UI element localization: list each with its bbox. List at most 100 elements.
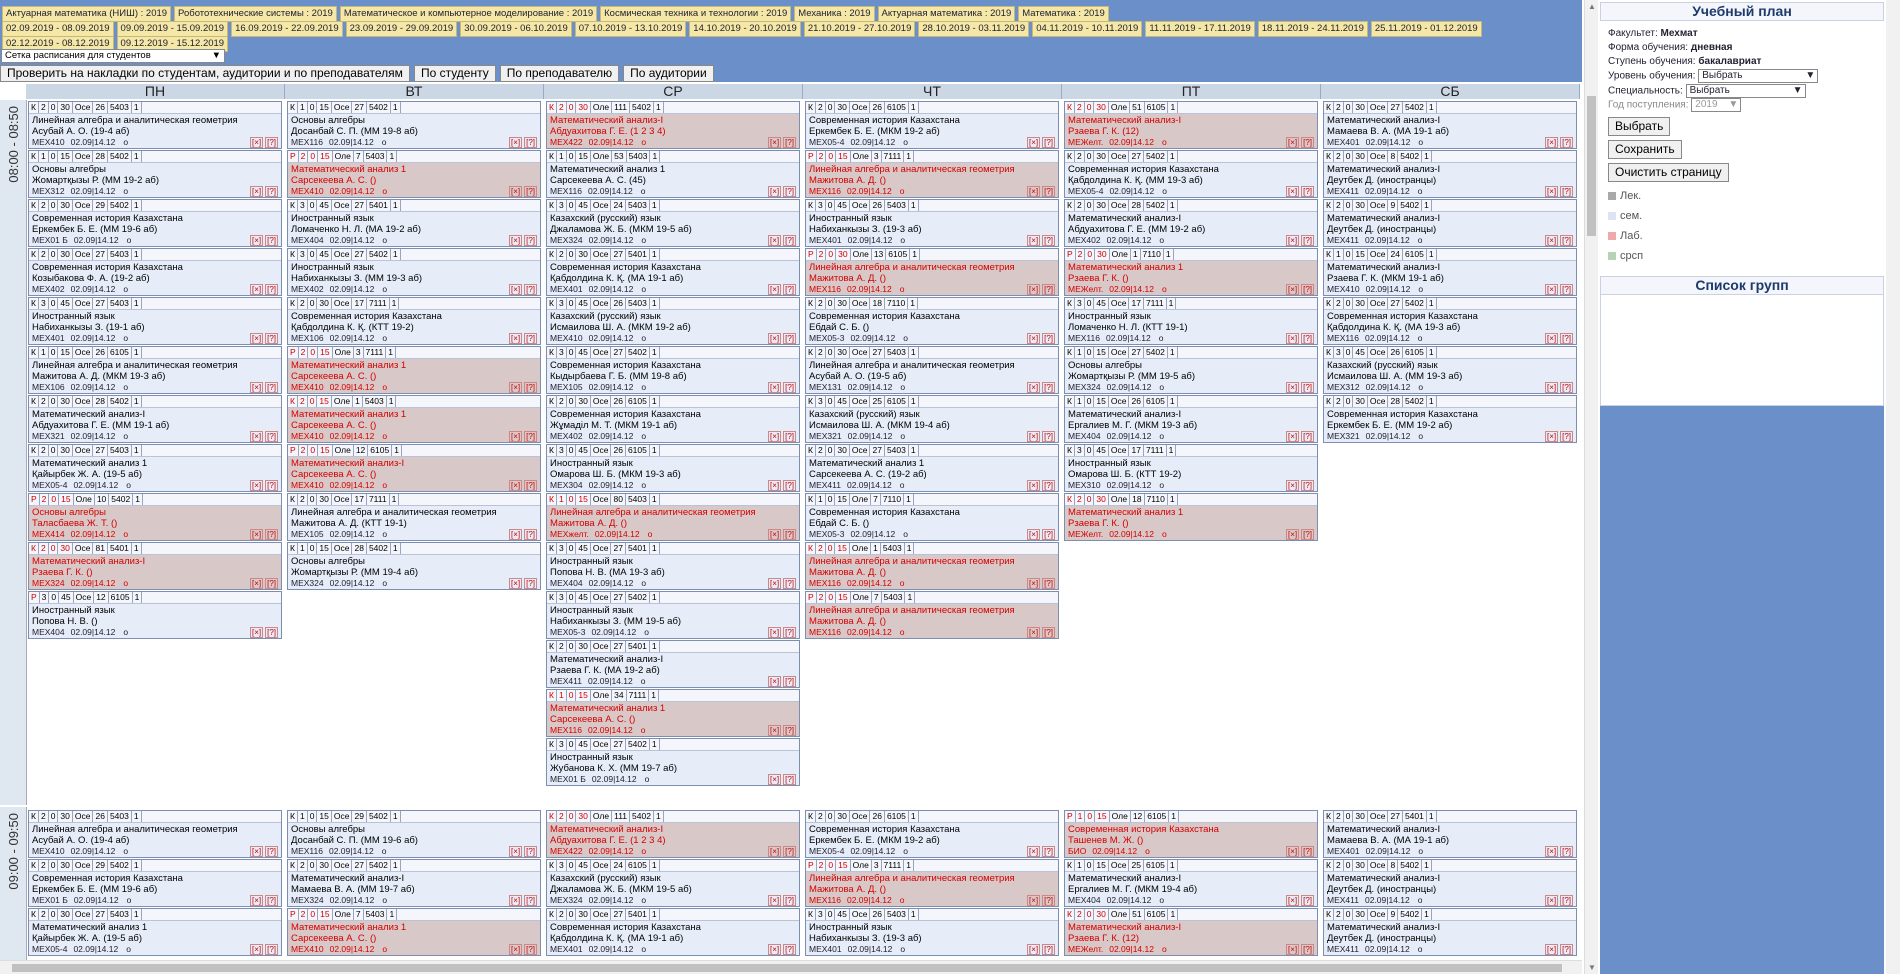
- scroll-thumb[interactable]: [12, 964, 1562, 972]
- remove-icon[interactable]: [×]: [249, 480, 264, 491]
- remove-icon[interactable]: [×]: [1544, 137, 1559, 148]
- remove-icon[interactable]: [×]: [508, 846, 523, 857]
- remove-icon[interactable]: [×]: [767, 676, 782, 687]
- remove-icon[interactable]: [×]: [249, 284, 264, 295]
- schedule-card[interactable]: К 2 0 30 Осе 9 5402 1 Математический анализ-I Деу…: [1323, 908, 1577, 956]
- help-icon[interactable]: [?]: [265, 627, 278, 638]
- remove-icon[interactable]: [×]: [1285, 895, 1300, 906]
- schedule-card[interactable]: Р 2 0 15 Оле 7 5403 1 Математический анализ 1 Сар…: [287, 150, 541, 198]
- remove-icon[interactable]: [×]: [1285, 480, 1300, 491]
- remove-icon[interactable]: [×]: [1285, 333, 1300, 344]
- remove-icon[interactable]: [×]: [508, 578, 523, 589]
- schedule-card[interactable]: К 2 0 30 Осе 28 5402 1 Математический анализ-I Аб…: [1064, 199, 1318, 247]
- help-icon[interactable]: [?]: [265, 382, 278, 393]
- schedule-card[interactable]: Р 2 0 15 Оле 7 5403 1 Математический анализ 1 Сар…: [287, 908, 541, 956]
- schedule-card[interactable]: К 1 0 15 Осе 26 6105 1 Линейная алгебра и аналит…: [28, 346, 282, 394]
- remove-icon[interactable]: [×]: [1544, 431, 1559, 442]
- help-icon[interactable]: [?]: [1042, 944, 1055, 955]
- schedule-card[interactable]: К 1 0 15 Осе 29 5402 1 Основы алгебры Досанбай С.…: [287, 810, 541, 858]
- schedule-card[interactable]: К 1 0 15 Оле 7 7110 1 Современная история Казахс…: [805, 493, 1059, 541]
- schedule-card[interactable]: К 1 0 15 Осе 80 5403 1 Линейная алгебра и аналит…: [546, 493, 800, 541]
- help-icon[interactable]: [?]: [524, 235, 537, 246]
- help-icon[interactable]: [?]: [1042, 382, 1055, 393]
- help-icon[interactable]: [?]: [265, 944, 278, 955]
- remove-icon[interactable]: [×]: [1285, 529, 1300, 540]
- help-icon[interactable]: [?]: [265, 578, 278, 589]
- schedule-card[interactable]: Р 2 0 15 Оле 10 5402 1 Основы алгебры Талаcбаева …: [28, 493, 282, 541]
- by-student-button[interactable]: По студенту: [413, 65, 496, 82]
- schedule-card[interactable]: Р 2 0 15 Оле 3 7111 1 Математический анализ 1 Сар…: [287, 346, 541, 394]
- by-teacher-button[interactable]: По преподавателю: [499, 65, 620, 82]
- help-icon[interactable]: [?]: [783, 578, 796, 589]
- week-tag[interactable]: 25.11.2019 - 01.12.2019: [1370, 21, 1482, 37]
- help-icon[interactable]: [?]: [524, 846, 537, 857]
- help-icon[interactable]: [?]: [265, 431, 278, 442]
- week-tag[interactable]: 09.09.2019 - 15.09.2019: [116, 21, 229, 37]
- remove-icon[interactable]: [×]: [249, 627, 264, 638]
- remove-icon[interactable]: [×]: [1026, 578, 1041, 589]
- spec-select[interactable]: Выбрать ▼: [1685, 83, 1806, 98]
- scroll-thumb[interactable]: [1587, 96, 1596, 236]
- help-icon[interactable]: [?]: [1042, 431, 1055, 442]
- schedule-card[interactable]: Р 1 0 15 Оле 12 6105 1 Современная история Казах…: [1064, 810, 1318, 858]
- remove-icon[interactable]: [×]: [1285, 431, 1300, 442]
- help-icon[interactable]: [?]: [783, 774, 796, 785]
- help-icon[interactable]: [?]: [783, 137, 796, 148]
- week-tag[interactable]: 04.11.2019 - 10.11.2019: [1032, 21, 1143, 37]
- help-icon[interactable]: [?]: [1042, 137, 1055, 148]
- remove-icon[interactable]: [×]: [1544, 186, 1559, 197]
- subject-tag[interactable]: Актуарная математика : 2019: [877, 6, 1016, 22]
- help-icon[interactable]: [?]: [1560, 186, 1573, 197]
- schedule-card[interactable]: К 2 0 30 Осе 27 5403 1 Математический анализ 1 Қа…: [28, 908, 282, 956]
- remove-icon[interactable]: [×]: [249, 333, 264, 344]
- schedule-card[interactable]: К 3 0 45 Осе 26 6105 1 Казахский (русский) язык И…: [1323, 346, 1577, 394]
- schedule-card[interactable]: К 2 0 30 Осе 27 5403 1 Математический анализ 1 Са…: [805, 444, 1059, 492]
- subject-tag[interactable]: Космическая техника и технологии : 2019: [600, 6, 792, 22]
- help-icon[interactable]: [?]: [783, 480, 796, 491]
- remove-icon[interactable]: [×]: [249, 382, 264, 393]
- help-icon[interactable]: [?]: [1560, 333, 1573, 344]
- schedule-card[interactable]: К 3 0 45 Осе 27 5403 1 Иностранный язык Набиханкы…: [28, 297, 282, 345]
- help-icon[interactable]: [?]: [265, 235, 278, 246]
- remove-icon[interactable]: [×]: [1026, 333, 1041, 344]
- help-icon[interactable]: [?]: [783, 846, 796, 857]
- clear-page-button[interactable]: Очистить страницу: [1608, 162, 1729, 182]
- side-scrollbar[interactable]: [1886, 0, 1900, 974]
- help-icon[interactable]: [?]: [524, 186, 537, 197]
- remove-icon[interactable]: [×]: [508, 186, 523, 197]
- schedule-card[interactable]: Р 2 0 15 Оле 7 5403 1 Линейная алгебра и аналити…: [805, 591, 1059, 639]
- remove-icon[interactable]: [×]: [1026, 895, 1041, 906]
- week-tag[interactable]: 30.09.2019 - 06.10.2019: [460, 21, 572, 37]
- help-icon[interactable]: [?]: [1560, 846, 1573, 857]
- schedule-card[interactable]: К 2 0 30 Осе 17 7111 1 Линейная алгебра и аналит…: [287, 493, 541, 541]
- help-icon[interactable]: [?]: [1042, 627, 1055, 638]
- schedule-card[interactable]: К 3 0 45 Осе 26 6105 1 Иностранный язык Омарова Ш…: [546, 444, 800, 492]
- schedule-card[interactable]: К 2 0 30 Оле 51 6105 1 Математический анализ-I Рз…: [1064, 908, 1318, 956]
- schedule-card[interactable]: К 3 0 45 Осе 27 5402 1 Современная история Казах…: [546, 346, 800, 394]
- remove-icon[interactable]: [×]: [508, 480, 523, 491]
- remove-icon[interactable]: [×]: [249, 895, 264, 906]
- remove-icon[interactable]: [×]: [1544, 895, 1559, 906]
- remove-icon[interactable]: [×]: [249, 944, 264, 955]
- remove-icon[interactable]: [×]: [767, 627, 782, 638]
- week-tag[interactable]: 23.09.2019 - 29.09.2019: [345, 21, 458, 37]
- schedule-card[interactable]: К 3 0 45 Осе 27 5402 1 Иностранный язык Набиханкы…: [546, 591, 800, 639]
- week-tag[interactable]: 02.09.2019 - 08.09.2019: [2, 21, 114, 37]
- help-icon[interactable]: [?]: [524, 578, 537, 589]
- remove-icon[interactable]: [×]: [1026, 431, 1041, 442]
- schedule-card[interactable]: К 2 0 30 Осе 28 5402 1 Математический анализ-I Аб…: [28, 395, 282, 443]
- remove-icon[interactable]: [×]: [1544, 846, 1559, 857]
- schedule-card[interactable]: К 3 0 45 Осе 17 7111 1 Иностранный язык Ломаченко…: [1064, 297, 1318, 345]
- schedule-card[interactable]: К 2 0 30 Осе 17 7111 1 Современная история Казах…: [287, 297, 541, 345]
- remove-icon[interactable]: [×]: [508, 284, 523, 295]
- remove-icon[interactable]: [×]: [249, 431, 264, 442]
- help-icon[interactable]: [?]: [265, 529, 278, 540]
- remove-icon[interactable]: [×]: [1285, 944, 1300, 955]
- schedule-card[interactable]: К 2 0 30 Осе 81 5401 1 Математический анализ-I Рз…: [28, 542, 282, 590]
- week-tag[interactable]: 07.10.2019 - 13.10.2019: [574, 21, 687, 37]
- schedule-card[interactable]: К 3 0 45 Осе 25 6105 1 Казахский (русский) язык И…: [805, 395, 1059, 443]
- help-icon[interactable]: [?]: [783, 725, 796, 736]
- schedule-card[interactable]: Р 2 0 15 Оле 12 6105 1 Математический анализ-I Са…: [287, 444, 541, 492]
- help-icon[interactable]: [?]: [524, 431, 537, 442]
- remove-icon[interactable]: [×]: [249, 846, 264, 857]
